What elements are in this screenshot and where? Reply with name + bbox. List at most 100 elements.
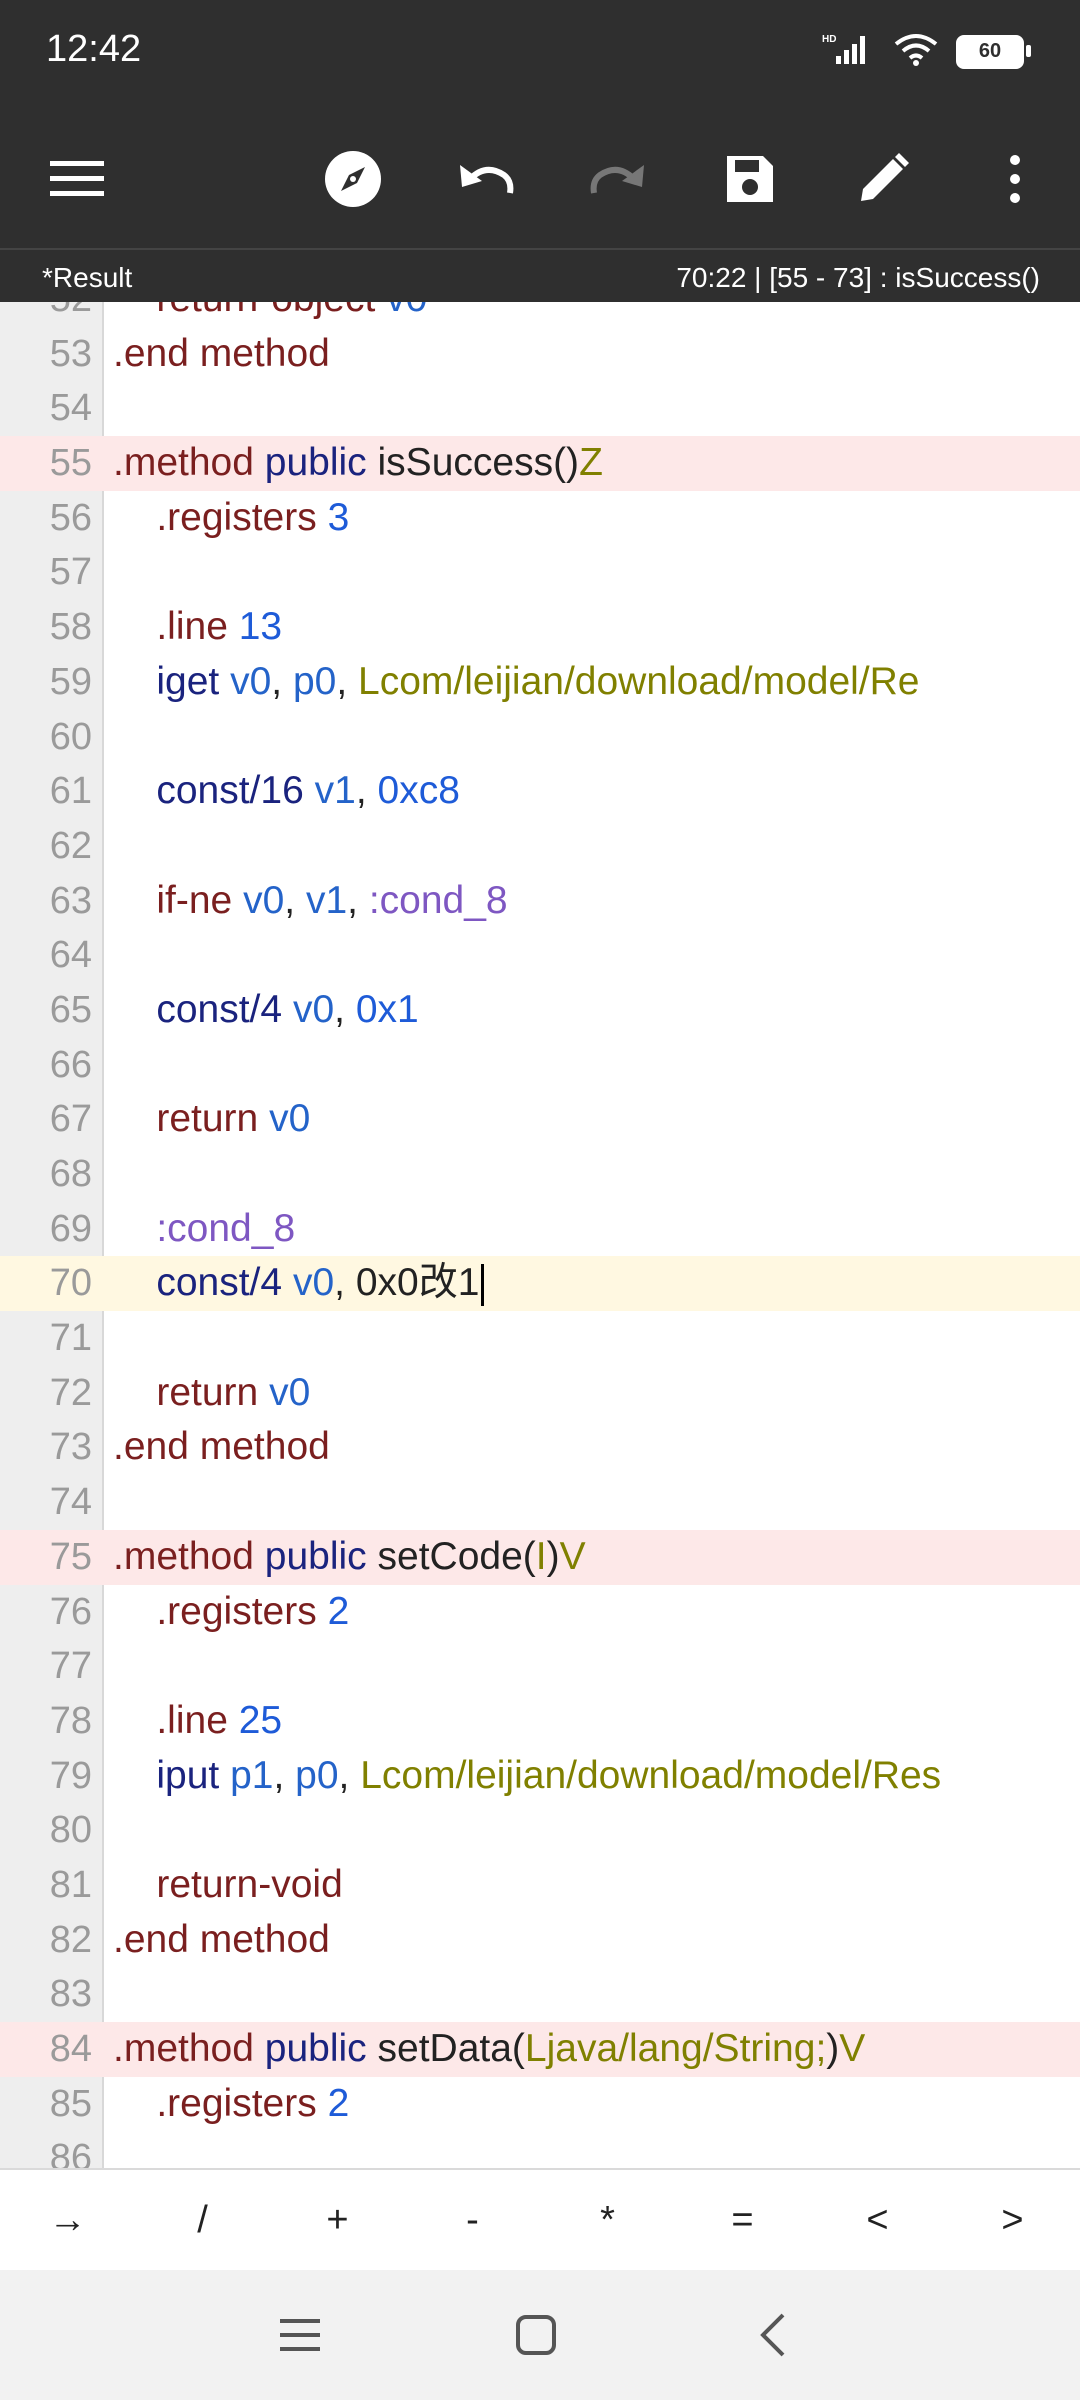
edit-icon[interactable]: [843, 139, 923, 219]
code-line[interactable]: 83: [0, 1967, 1080, 2022]
symbol-key[interactable]: >: [945, 2170, 1080, 2272]
home-icon[interactable]: [506, 2305, 566, 2365]
code-line[interactable]: 52 return-object v0: [0, 302, 1080, 327]
code-token: public: [264, 1534, 367, 1578]
code-line[interactable]: 73 .end method: [0, 1420, 1080, 1475]
code-line[interactable]: 55 .method public isSuccess()Z: [0, 436, 1080, 491]
back-icon[interactable]: [742, 2305, 802, 2365]
line-number: 63: [49, 879, 92, 922]
line-number: 84: [49, 2028, 92, 2070]
more-icon[interactable]: [975, 139, 1055, 219]
code-line[interactable]: 86: [0, 2131, 1080, 2168]
code-line[interactable]: 79 iput p1, p0, Lcom/leijian/download/mo…: [0, 1749, 1080, 1804]
line-number: 80: [49, 1809, 92, 1852]
code-token: Lcom/leijian/download/model/Res: [360, 1753, 942, 1797]
code-line[interactable]: 57: [0, 545, 1080, 600]
line-number: 77: [49, 1645, 92, 1688]
line-code: if-ne v0, v1, :cond_8: [113, 874, 507, 929]
symbol-key[interactable]: =: [675, 2170, 810, 2272]
code-token: ,: [334, 1261, 356, 1305]
code-line[interactable]: 81 return-void: [0, 1858, 1080, 1913]
code-line[interactable]: 82 .end method: [0, 1913, 1080, 1968]
code-token: v0: [292, 1261, 335, 1305]
code-line[interactable]: 64: [0, 928, 1080, 983]
code-line[interactable]: 84 .method public setData(Ljava/lang/Stri…: [0, 2022, 1080, 2077]
code-editor[interactable]: 52 return-object v0 53 .end method 54 55 .met…: [0, 302, 1080, 2168]
code-token: Z: [579, 441, 603, 485]
code-token: method: [199, 1917, 330, 1961]
symbol-key[interactable]: *: [540, 2170, 675, 2272]
symbol-key[interactable]: -: [405, 2170, 540, 2272]
code-line[interactable]: 62: [0, 819, 1080, 874]
signal-icon: HD: [822, 32, 876, 71]
code-token: .method: [113, 441, 254, 485]
code-line[interactable]: 59 iget v0, p0, Lcom/leijian/download/mo…: [0, 655, 1080, 710]
code-line[interactable]: 61 const/16 v1, 0xc8: [0, 764, 1080, 819]
recents-icon[interactable]: [270, 2305, 330, 2365]
code-token: method: [199, 331, 330, 375]
code-line[interactable]: 76 .registers 2: [0, 1585, 1080, 1640]
code-token: ,: [355, 769, 378, 813]
code-token: .end: [113, 1917, 189, 1961]
code-line[interactable]: 75 .method public setCode(I)V: [0, 1529, 1080, 1585]
compass-icon[interactable]: [313, 139, 393, 219]
code-token: v0: [269, 1097, 311, 1141]
status-time: 12:42: [46, 28, 142, 70]
line-code: return v0: [113, 1366, 310, 1421]
line-code: .method public setData(Ljava/lang/String…: [113, 2022, 865, 2077]
code-token: isSuccess(): [377, 441, 580, 485]
code-line[interactable]: 85 .registers 2: [0, 2077, 1080, 2132]
code-line[interactable]: 77: [0, 1639, 1080, 1694]
code-line[interactable]: 72 return v0: [0, 1366, 1080, 1421]
code-line[interactable]: 63 if-ne v0, v1, :cond_8: [0, 874, 1080, 929]
line-code: .line 13: [113, 600, 282, 655]
code-token: I: [535, 1534, 547, 1578]
line-code: const/4 v0, 0x1: [113, 983, 418, 1038]
code-line[interactable]: 80: [0, 1803, 1080, 1858]
redo-icon[interactable]: [578, 139, 658, 219]
code-line[interactable]: 78 .line 25: [0, 1694, 1080, 1749]
code-line[interactable]: 69 :cond_8: [0, 1202, 1080, 1257]
code-token: .method: [113, 2027, 254, 2070]
symbol-bar: → / + - * = < >: [0, 2168, 1080, 2272]
symbol-key[interactable]: <: [810, 2170, 945, 2272]
line-number: 60: [49, 715, 92, 758]
code-line[interactable]: 58 .line 13: [0, 600, 1080, 655]
symbol-key[interactable]: /: [135, 2170, 270, 2272]
code-line[interactable]: 56 .registers 3: [0, 491, 1080, 546]
code-line[interactable]: 54: [0, 381, 1080, 436]
line-number: 85: [49, 2082, 92, 2125]
code-line[interactable]: 60: [0, 710, 1080, 765]
code-token: const/16: [156, 769, 304, 813]
line-number: 68: [49, 1153, 92, 1195]
code-line[interactable]: 67 return v0: [0, 1092, 1080, 1147]
code-line[interactable]: 70 const/4 v0, 0x0改1: [0, 1256, 1080, 1312]
code-line[interactable]: 71: [0, 1311, 1080, 1366]
save-icon[interactable]: [710, 139, 790, 219]
code-line[interactable]: 65 const/4 v0, 0x1: [0, 983, 1080, 1038]
symbol-key[interactable]: +: [270, 2170, 405, 2272]
code-token: 2: [327, 1589, 350, 1633]
line-code: return-object v0: [113, 302, 427, 327]
line-code: .end method: [113, 1420, 330, 1475]
line-number: 81: [49, 1863, 92, 1906]
code-line[interactable]: 66: [0, 1038, 1080, 1093]
undo-icon[interactable]: [446, 139, 526, 219]
code-token: ): [826, 2027, 840, 2070]
menu-icon[interactable]: [37, 139, 117, 219]
code-token: 2: [327, 2081, 350, 2125]
symbol-key[interactable]: →: [0, 2170, 135, 2272]
code-line[interactable]: 68: [0, 1147, 1080, 1202]
line-number: 65: [49, 988, 92, 1031]
code-line[interactable]: 53 .end method: [0, 327, 1080, 382]
code-token: V: [839, 2027, 866, 2070]
code-line[interactable]: 74: [0, 1475, 1080, 1530]
